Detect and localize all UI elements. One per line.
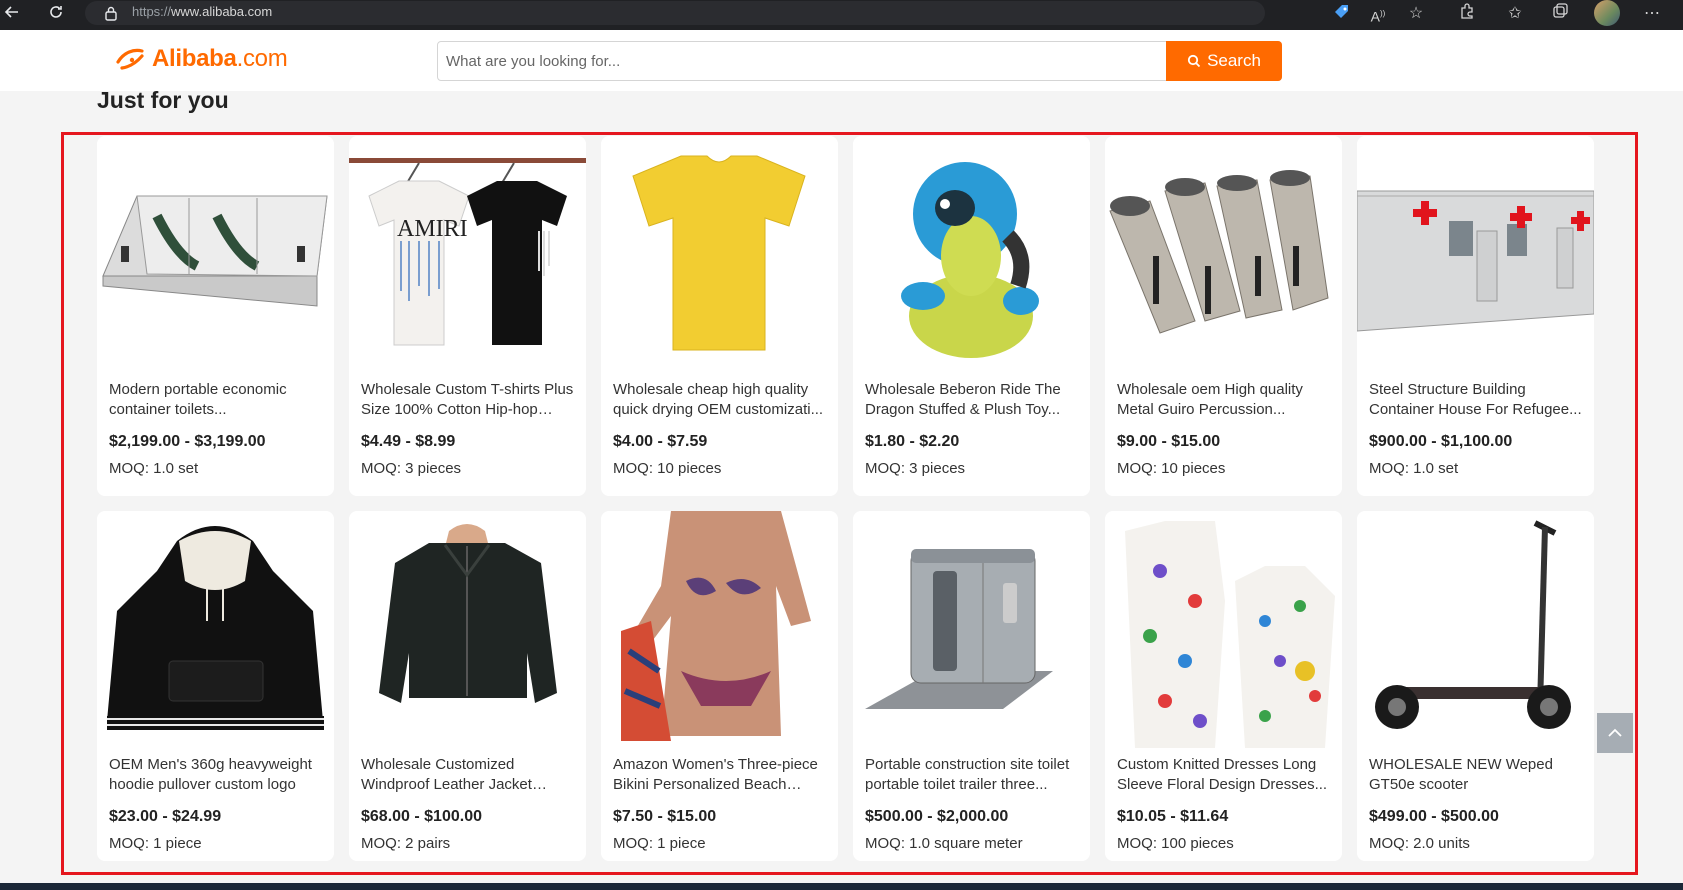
product-card[interactable]: Portable construction site toilet portab… xyxy=(853,511,1090,861)
product-price: $10.05 - $11.64 xyxy=(1117,808,1229,825)
chevron-up-icon xyxy=(1608,728,1622,737)
product-card[interactable]: Modern portable economic container toile… xyxy=(97,136,334,496)
read-aloud-icon[interactable]: A)) xyxy=(1366,2,1390,26)
lock-icon[interactable] xyxy=(104,5,118,21)
container-house-image[interactable] xyxy=(1357,136,1594,373)
product-moq: MOQ: 10 pieces xyxy=(1117,460,1226,477)
product-price: $4.49 - $8.99 xyxy=(361,433,456,450)
url-scheme: https:// xyxy=(132,4,172,19)
product-title[interactable]: Wholesale cheap high quality quick dryin… xyxy=(613,380,829,420)
product-card[interactable]: Amazon Women's Three-piece Bikini Person… xyxy=(601,511,838,861)
favorite-add-icon[interactable]: ☆ xyxy=(1404,2,1428,26)
svg-text:AMIRI: AMIRI xyxy=(397,216,468,242)
back-to-top-button[interactable] xyxy=(1597,713,1633,753)
product-title[interactable]: Wholesale oem High quality Metal Guiro P… xyxy=(1117,380,1333,420)
product-title[interactable]: Portable construction site toilet portab… xyxy=(865,755,1081,795)
browser-toolbar: https://www.alibaba.com A)) ☆ ✩ ⋯ xyxy=(0,0,1683,30)
product-title[interactable]: Wholesale Beberon Ride The Dragon Stuffe… xyxy=(865,380,1081,420)
product-title[interactable]: Custom Knitted Dresses Long Sleeve Flora… xyxy=(1117,755,1333,795)
product-price: $23.00 - $24.99 xyxy=(109,808,222,825)
product-moq: MOQ: 10 pieces xyxy=(613,460,722,477)
product-price: $2,199.00 - $3,199.00 xyxy=(109,433,266,450)
product-card[interactable]: Wholesale cheap high quality quick dryin… xyxy=(601,136,838,496)
product-price: $500.00 - $2,000.00 xyxy=(865,808,1009,825)
product-moq: MOQ: 1.0 set xyxy=(1369,460,1459,477)
footer-strip xyxy=(0,883,1683,890)
product-card[interactable]: Custom Knitted Dresses Long Sleeve Flora… xyxy=(1105,511,1342,861)
plush-toy-image[interactable] xyxy=(853,136,1090,373)
product-title[interactable]: Steel Structure Building Container House… xyxy=(1369,380,1585,420)
alibaba-logo[interactable]: Alibaba.com xyxy=(114,45,288,73)
scooter-image[interactable] xyxy=(1357,511,1594,748)
leather-jacket-image[interactable] xyxy=(349,511,586,748)
product-price: $900.00 - $1,100.00 xyxy=(1369,433,1513,450)
product-card[interactable]: WHOLESALE NEW Weped GT50e scooter $499.0… xyxy=(1357,511,1594,861)
search-box: Search xyxy=(437,41,1282,81)
more-icon[interactable]: ⋯ xyxy=(1640,2,1664,26)
search-button[interactable]: Search xyxy=(1166,41,1282,81)
site-header: Alibaba.com Search xyxy=(0,30,1683,91)
product-price: $68.00 - $100.00 xyxy=(361,808,482,825)
favorites-icon[interactable]: ✩ xyxy=(1503,2,1527,26)
product-moq: MOQ: 3 pieces xyxy=(865,460,966,477)
product-title[interactable]: Amazon Women's Three-piece Bikini Person… xyxy=(613,755,829,795)
product-card[interactable]: Wholesale Beberon Ride The Dragon Stuffe… xyxy=(853,136,1090,496)
product-moq: MOQ: 100 pieces xyxy=(1117,835,1234,852)
product-moq: MOQ: 2.0 units xyxy=(1369,835,1470,852)
url-host: www.alibaba.com xyxy=(171,4,273,19)
logo-text: Alibaba xyxy=(152,45,237,72)
search-input[interactable] xyxy=(446,42,1166,80)
collections-icon[interactable] xyxy=(1548,2,1572,26)
tshirts-image[interactable]: AMIRI xyxy=(349,136,586,373)
portable-toilet-image[interactable] xyxy=(853,511,1090,748)
back-icon[interactable] xyxy=(0,3,24,27)
product-title[interactable]: WHOLESALE NEW Weped GT50e scooter xyxy=(1369,755,1585,795)
product-title[interactable]: Wholesale Custom T-shirts Plus Size 100%… xyxy=(361,380,577,420)
url-text[interactable]: https://www.alibaba.com xyxy=(132,4,272,19)
product-card[interactable]: OEM Men's 360g heavyweight hoodie pullov… xyxy=(97,511,334,861)
knitted-dress-image[interactable] xyxy=(1105,511,1342,748)
product-moq: MOQ: 1 piece xyxy=(109,835,202,852)
extensions-icon[interactable] xyxy=(1455,2,1479,26)
product-card[interactable]: AMIRI Wholesale Custom T-shirts Plus Siz… xyxy=(349,136,586,496)
product-price: $4.00 - $7.59 xyxy=(613,433,708,450)
tag-icon[interactable] xyxy=(1330,2,1354,26)
product-moq: MOQ: 2 pairs xyxy=(361,835,451,852)
section-title: Just for you xyxy=(97,87,229,113)
product-title[interactable]: Modern portable economic container toile… xyxy=(109,380,325,420)
search-button-label: Search xyxy=(1207,51,1261,70)
alibaba-logo-icon xyxy=(116,48,144,70)
product-price: $499.00 - $500.00 xyxy=(1369,808,1499,825)
container-toilet-image[interactable] xyxy=(97,136,334,373)
product-card[interactable]: Steel Structure Building Container House… xyxy=(1357,136,1594,496)
product-price: $1.80 - $2.20 xyxy=(865,433,960,450)
yellow-tshirt-image[interactable] xyxy=(601,136,838,373)
profile-avatar[interactable] xyxy=(1594,0,1620,26)
product-card[interactable]: Wholesale oem High quality Metal Guiro P… xyxy=(1105,136,1342,496)
product-price: $7.50 - $15.00 xyxy=(613,808,717,825)
product-card[interactable]: Wholesale Customized Windproof Leather J… xyxy=(349,511,586,861)
logo-suffix: .com xyxy=(236,45,288,72)
bikini-image[interactable] xyxy=(601,511,838,748)
reload-icon[interactable] xyxy=(44,3,68,27)
product-moq: MOQ: 1 piece xyxy=(613,835,706,852)
product-price: $9.00 - $15.00 xyxy=(1117,433,1221,450)
product-moq: MOQ: 1.0 set xyxy=(109,460,199,477)
product-title[interactable]: OEM Men's 360g heavyweight hoodie pullov… xyxy=(109,755,325,795)
search-icon xyxy=(1187,54,1201,68)
hoodie-image[interactable] xyxy=(97,511,334,748)
product-moq: MOQ: 3 pieces xyxy=(361,460,462,477)
metal-guiro-image[interactable] xyxy=(1105,136,1342,373)
product-title[interactable]: Wholesale Customized Windproof Leather J… xyxy=(361,755,577,795)
product-moq: MOQ: 1.0 square meter xyxy=(865,835,1023,852)
